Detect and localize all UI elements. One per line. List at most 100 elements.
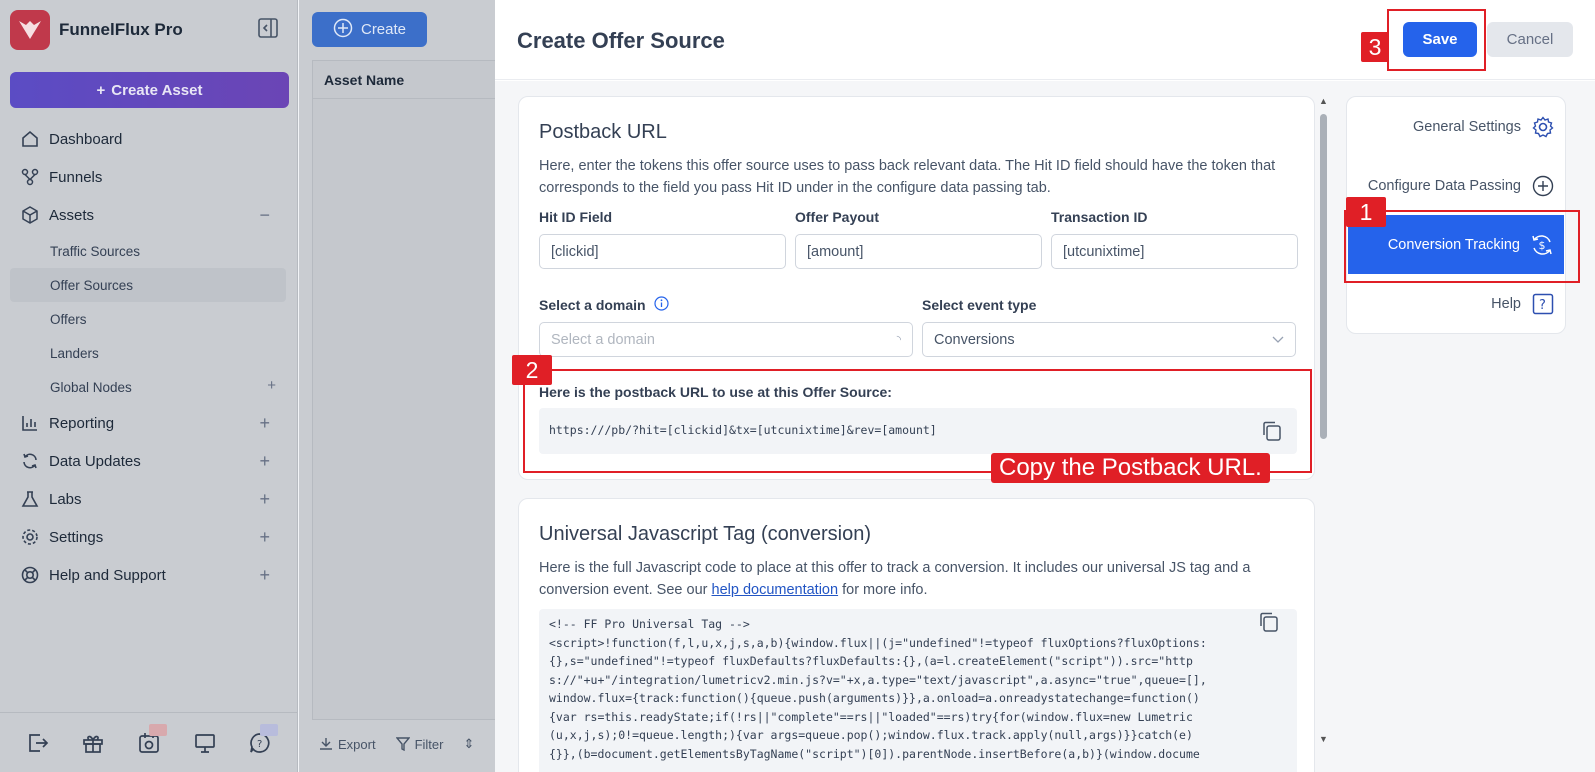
flask-icon [20,489,40,509]
refresh-icon [20,451,40,471]
nav-reporting[interactable]: Reporting + [0,404,298,442]
sub-item-offer-sources[interactable]: Offer Sources [10,268,286,302]
js-tag-description: Here is the full Javascript code to plac… [539,557,1296,601]
nav-dashboard[interactable]: Dashboard [0,120,298,158]
gear-icon [1531,115,1555,139]
annotation-callout: Copy the Postback URL. [991,453,1270,483]
event-type-select[interactable]: Conversions [922,322,1296,357]
table-toolbar: Export Filter ⇕ [319,736,474,752]
hit-id-label: Hit ID Field [539,209,613,225]
create-label: Create [360,21,407,38]
nav-labs[interactable]: Labs + [0,480,298,518]
transaction-id-label: Transaction ID [1051,209,1148,225]
info-icon[interactable] [653,296,669,314]
sub-item-label: Landers [50,345,99,361]
calendar-icon[interactable] [137,723,167,755]
help-documentation-link[interactable]: help documentation [712,582,839,598]
expand-icon[interactable]: + [259,527,270,548]
notification-badge [260,723,279,736]
export-label: Export [338,736,376,752]
chevron-down-icon [1272,332,1284,348]
cube-icon [20,205,40,225]
vertical-scrollbar[interactable]: ▲ ▼ [1317,96,1329,746]
postback-heading: Postback URL [539,121,667,143]
question-icon: ? [1531,292,1555,316]
download-icon [320,738,332,750]
expand-icon[interactable]: + [259,413,270,434]
expand-icon[interactable]: + [259,451,270,472]
copy-icon[interactable] [1258,611,1280,633]
sub-item-offers[interactable]: Offers [0,302,298,336]
plus-circle-icon [333,18,353,42]
tab-label: Help [1491,295,1521,312]
expand-icon[interactable]: + [267,377,276,394]
collapse-icon[interactable]: − [259,205,270,226]
js-tag-code[interactable]: <!-- FF Pro Universal Tag --> <script>!f… [539,609,1297,772]
event-type-select-group: Select event type Conversions [922,297,1296,357]
scroll-up-icon[interactable]: ▲ [1319,96,1328,106]
sub-item-label: Global Nodes [50,379,132,395]
nav-help-and-support[interactable]: Help and Support + [0,556,298,594]
cancel-button[interactable]: Cancel [1487,22,1573,57]
brand[interactable]: FunnelFlux Pro [10,10,183,50]
collapse-sidebar-icon[interactable] [257,17,279,39]
nav-label: Settings [49,528,104,546]
nav-data-updates[interactable]: Data Updates + [0,442,298,480]
nav-label: Reporting [49,414,115,432]
scroll-down-icon[interactable]: ▼ [1319,734,1328,744]
domain-select-placeholder: Select a domain [551,331,655,348]
hit-id-input[interactable]: [clickid] [539,234,786,269]
column-header-asset-name[interactable]: Asset Name [313,61,511,99]
nav-assets[interactable]: Assets − [0,196,298,234]
transaction-id-input[interactable]: [utcunixtime] [1051,234,1298,269]
token-fields: Hit ID Field [clickid] Offer Payout [amo… [539,209,1298,269]
nav-label: Funnels [49,168,103,186]
chat-help-icon[interactable]: ? [248,723,279,755]
sort-icon[interactable]: ⇕ [463,736,474,752]
sub-item-global-nodes[interactable]: Global Nodes + [0,370,298,404]
filter-label: Filter [414,736,444,752]
nav-label: Data Updates [49,452,141,470]
home-icon [20,129,40,149]
scrollbar-thumb[interactable] [1320,114,1327,439]
event-type-value: Conversions [934,331,1015,348]
transaction-id-field-group: Transaction ID [utcunixtime] [1051,209,1298,269]
sub-item-landers[interactable]: Landers [0,336,298,370]
hit-id-field-group: Hit ID Field [clickid] [539,209,786,269]
offer-payout-field-group: Offer Payout [amount] [795,209,1042,269]
tab-label: Configure Data Passing [1367,177,1521,194]
domain-select-label-row: Select a domain [539,296,913,314]
expand-icon[interactable]: + [259,489,270,510]
nav-label: Assets [49,206,95,224]
sub-item-label: Traffic Sources [50,243,141,259]
create-asset-label: Create Asset [111,81,203,99]
nav-settings[interactable]: Settings + [0,518,298,556]
expand-icon[interactable]: + [259,565,270,586]
offer-payout-input[interactable]: [amount] [795,234,1042,269]
filter-icon [395,737,410,751]
domain-select[interactable]: Select a domain ◝ [539,322,913,357]
postback-description: Here, enter the tokens this offer source… [539,158,1276,196]
sub-item-label: Offers [50,311,87,327]
create-asset-button[interactable]: + Create Asset [10,72,289,108]
brand-logo [10,10,50,50]
create-button[interactable]: Create [312,12,427,47]
monitor-icon[interactable] [193,731,217,755]
lifebuoy-icon [20,565,40,585]
nav-label: Dashboard [49,130,123,148]
sidebar: FunnelFlux Pro + Create Asset Dashboard … [0,0,298,772]
asset-table: Asset Name [312,60,512,720]
event-type-label: Select event type [922,297,1037,313]
gift-icon[interactable] [81,731,105,755]
filter-button[interactable]: Filter [395,736,444,752]
background-page: Create Asset Name Export Filter ⇕ [299,0,512,772]
gear-icon [20,527,40,547]
tab-label: General Settings [1412,118,1521,135]
logout-icon[interactable] [26,731,50,755]
sub-item-traffic-sources[interactable]: Traffic Sources [0,234,298,268]
funnel-icon [20,167,40,187]
nav-funnels[interactable]: Funnels [0,158,298,196]
tab-general-settings[interactable]: General Settings [1347,97,1565,156]
sub-item-label: Offer Sources [50,277,134,293]
export-button[interactable]: Export [319,736,376,752]
